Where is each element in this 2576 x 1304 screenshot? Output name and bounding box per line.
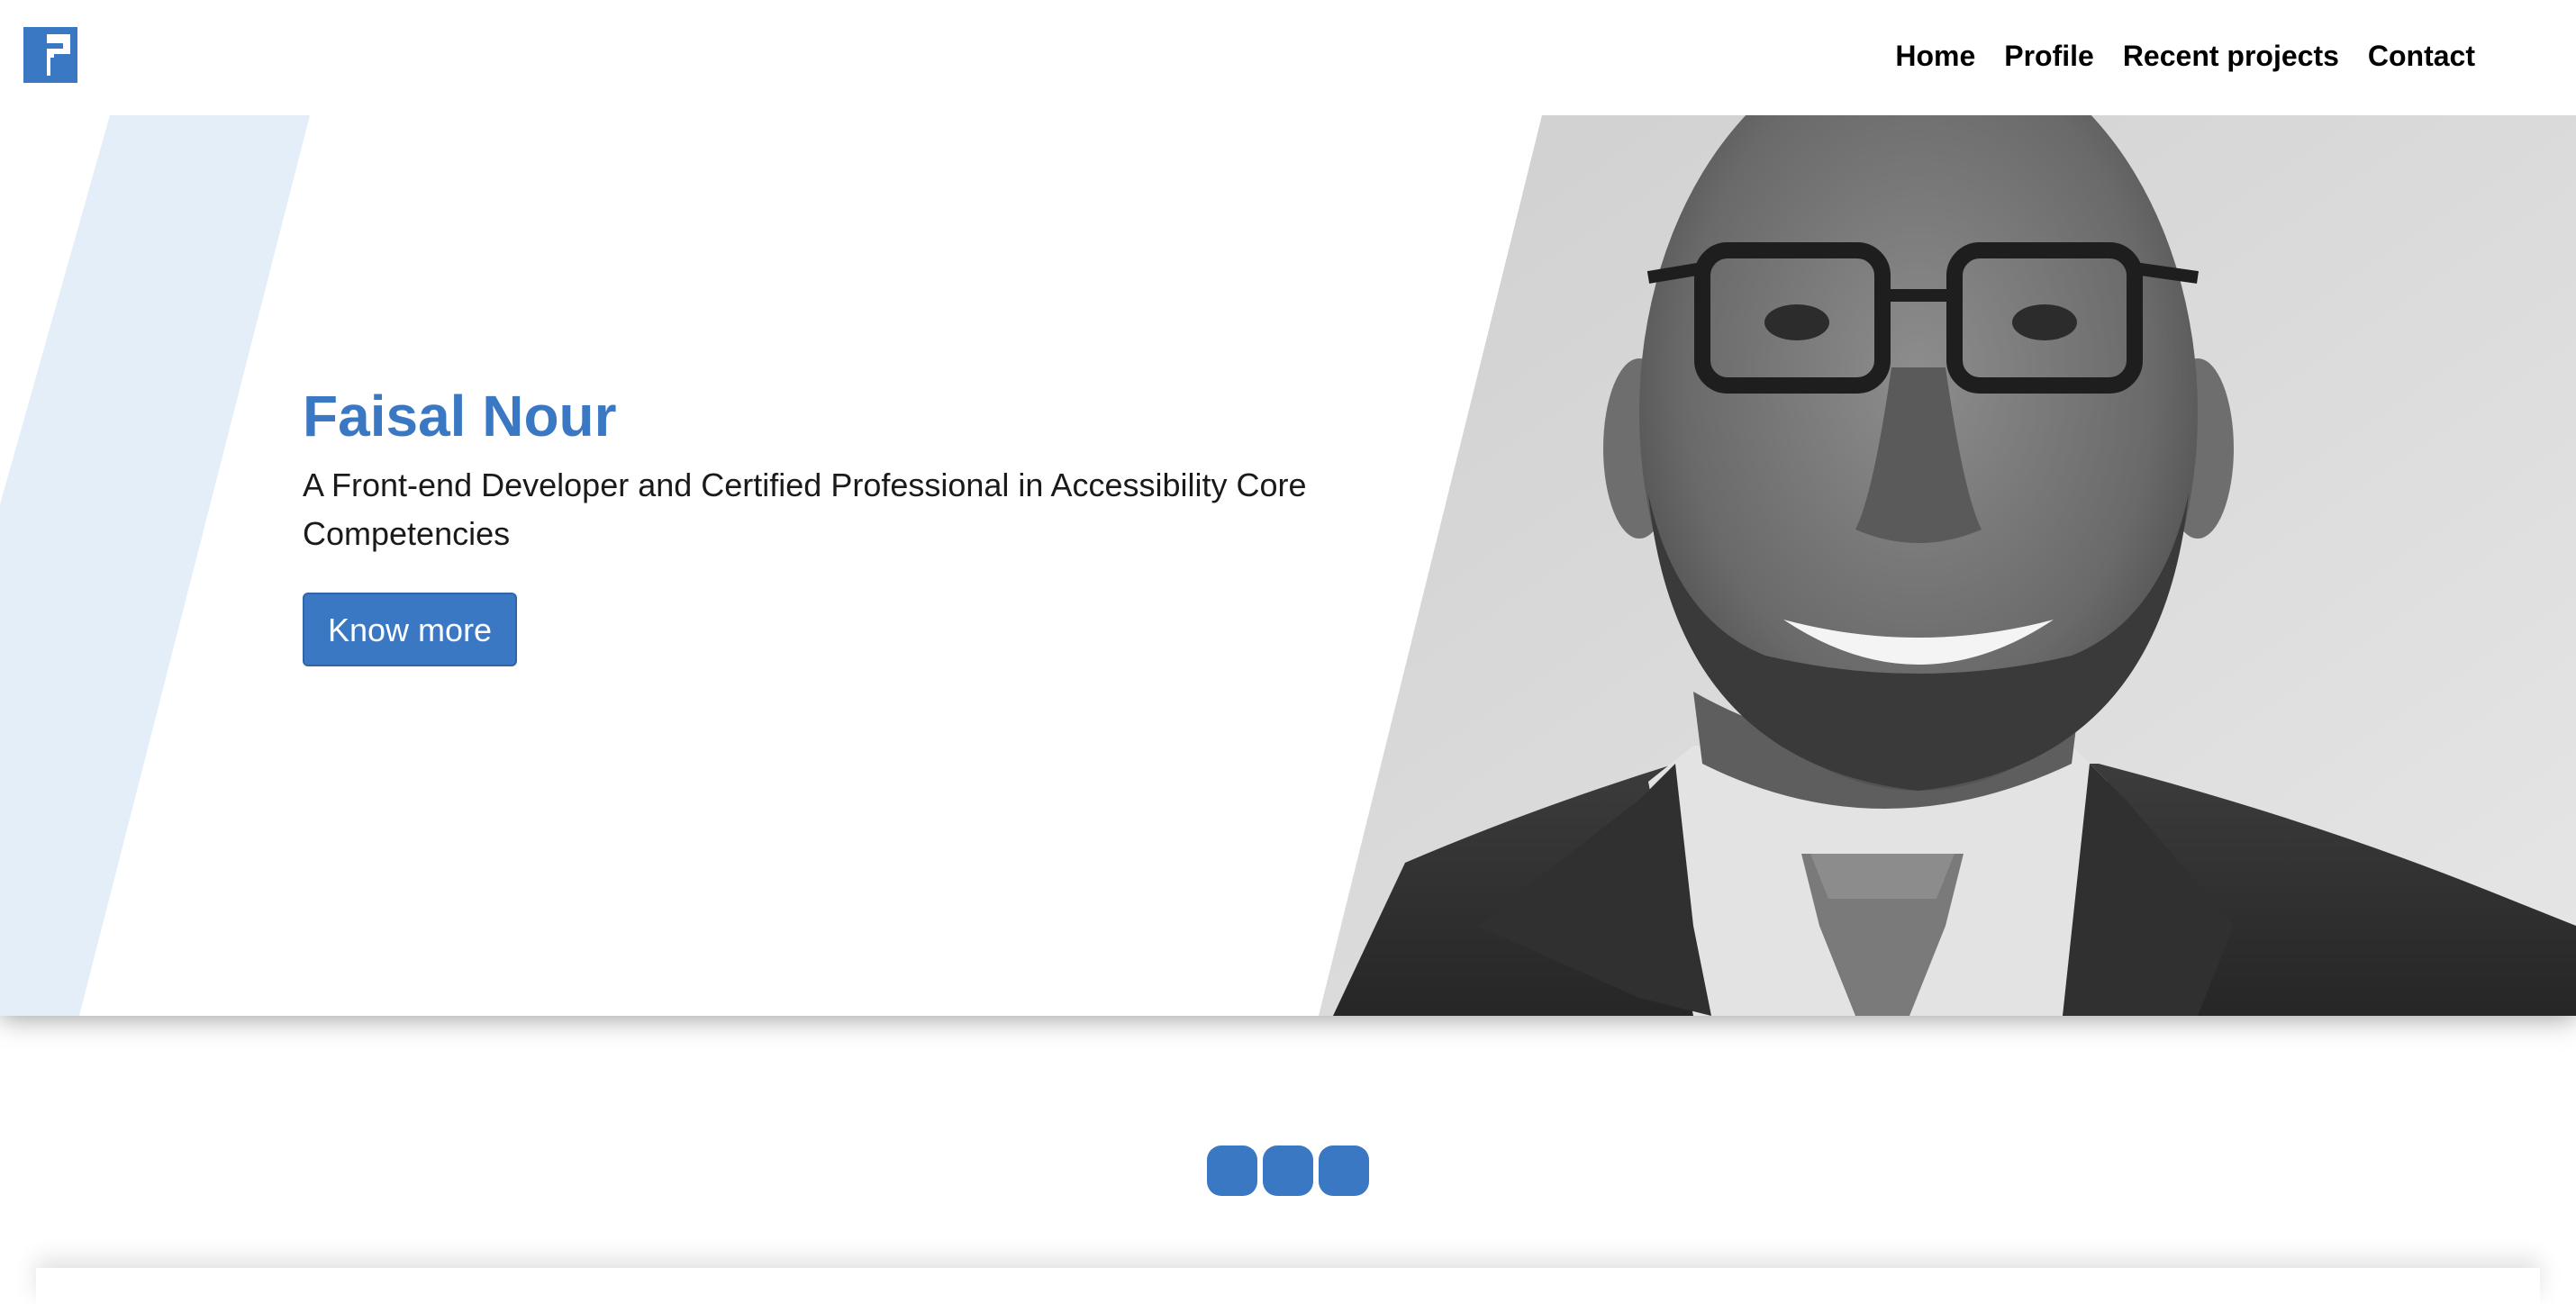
slide-dot[interactable] (1263, 1146, 1313, 1196)
nav-recent-projects[interactable]: Recent projects (2123, 34, 2339, 77)
nav-home[interactable]: Home (1895, 34, 1975, 77)
fn-logo-icon[interactable] (23, 27, 77, 83)
slide-dot[interactable] (1319, 1146, 1369, 1196)
slide-dot[interactable] (1207, 1146, 1257, 1196)
nav-contact[interactable]: Contact (2368, 34, 2475, 77)
site-header: Home Profile Recent projects Contact (0, 0, 2576, 115)
hero-subtitle: A Front-end Developer and Certified Prof… (303, 466, 1307, 552)
nav-profile[interactable]: Profile (2004, 34, 2094, 77)
slider-pagination (1207, 1146, 1369, 1196)
hero-banner: Faisal Nour A Front-end Developer and Ce… (0, 115, 2576, 1016)
main-nav: Home Profile Recent projects Contact (1866, 34, 2475, 77)
next-section-edge (36, 1268, 2540, 1304)
hero-title: Faisal Nour (303, 384, 617, 448)
hero-content: Faisal Nour A Front-end Developer and Ce… (303, 382, 1365, 666)
know-more-button[interactable]: Know more (303, 593, 518, 666)
